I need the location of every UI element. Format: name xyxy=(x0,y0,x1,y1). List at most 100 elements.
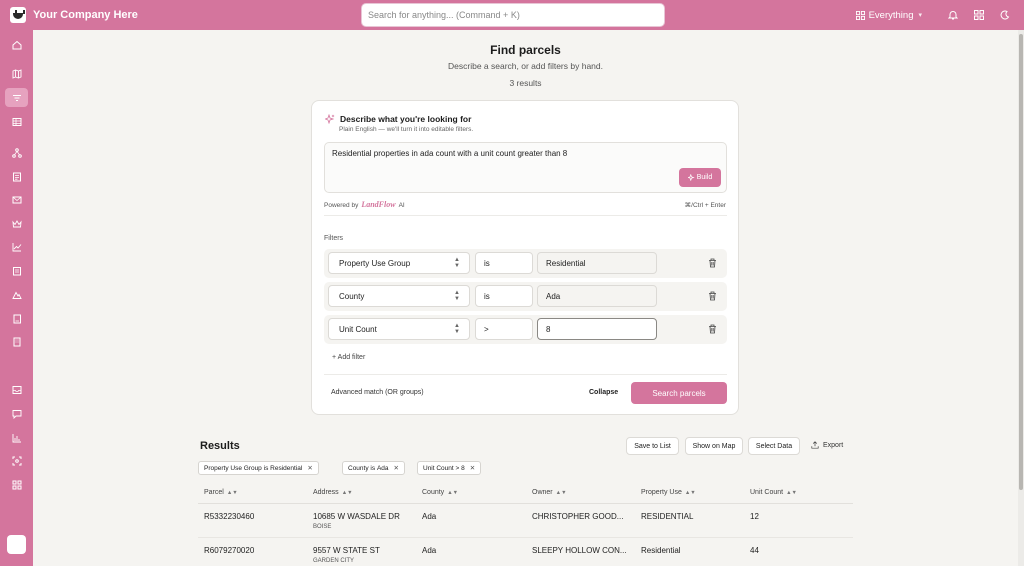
landflow-logo: LandFlow xyxy=(361,200,396,209)
sidebar-item-crown[interactable] xyxy=(5,214,28,233)
column-header-county[interactable]: County ▲▼ xyxy=(422,489,458,496)
active-filter-chip[interactable]: Unit Count > 8 ✕ xyxy=(417,461,482,475)
table-row[interactable]: R5332230460 10685 W WASDALE DR BOISE Ada… xyxy=(198,504,853,538)
filter-row: Unit Count ▲ ▼ > 8 xyxy=(324,315,727,344)
filter-field-select[interactable]: County ▲ ▼ xyxy=(328,285,470,307)
page-scrollbar[interactable] xyxy=(1018,30,1024,566)
theme-toggle-button[interactable] xyxy=(992,0,1018,30)
collapse-button[interactable]: Collapse xyxy=(589,389,618,396)
show-on-map-button[interactable]: Show on Map xyxy=(685,437,743,455)
user-avatar[interactable] xyxy=(7,535,26,554)
sparkle-icon xyxy=(325,114,335,124)
sidebar-item-reports[interactable] xyxy=(5,261,28,280)
cell-property-use: RESIDENTIAL xyxy=(641,512,694,521)
sort-icon: ▲▼ xyxy=(786,490,797,496)
sidebar-item-inbox[interactable] xyxy=(5,380,28,399)
top-right-controls: Everything ▾ xyxy=(855,0,1024,30)
sidebar-item-table[interactable] xyxy=(5,112,28,131)
scope-label: Everything xyxy=(868,9,914,21)
column-header-parcel[interactable]: Parcel ▲▼ xyxy=(204,489,238,496)
clipboard-icon xyxy=(12,266,21,275)
results-count: 3 results xyxy=(509,78,542,88)
sidebar-item-chat[interactable] xyxy=(5,404,28,423)
sidebar-item-building[interactable] xyxy=(5,332,28,351)
global-search[interactable] xyxy=(361,3,665,27)
export-button[interactable]: Export xyxy=(811,441,843,449)
search-card: Describe what you're looking for Plain E… xyxy=(311,100,739,415)
ai-subtitle: Plain English — we'll turn it into edita… xyxy=(339,126,474,133)
add-filter-button[interactable]: + Add filter xyxy=(332,354,365,361)
cell-parcel: R6079270020 xyxy=(204,546,255,555)
cell-owner: CHRISTOPHER GOOD... xyxy=(532,512,624,521)
active-filter-chip[interactable]: Property Use Group is Residential ✕ xyxy=(198,461,319,475)
table-row[interactable]: R6079270020 9557 W STATE ST GARDEN CITY … xyxy=(198,538,853,566)
chart-line-icon xyxy=(12,242,21,251)
global-search-input[interactable] xyxy=(362,4,664,26)
scan-icon xyxy=(12,456,21,465)
powered-by-text: Powered by xyxy=(324,202,359,209)
crown-logo-icon xyxy=(10,7,26,23)
sort-icon: ▲▼ xyxy=(684,490,696,496)
sidebar-item-home[interactable] xyxy=(5,35,28,54)
brand[interactable]: Your Company Here xyxy=(10,7,138,23)
cell-owner: SLEEPY HOLLOW CON... xyxy=(532,546,627,555)
sidebar-item-mail[interactable] xyxy=(5,190,28,209)
filter-row: County ▲ ▼ is Ada xyxy=(324,282,727,311)
ai-title: Describe what you're looking for xyxy=(340,114,472,124)
sidebar-item-documents[interactable] xyxy=(5,167,28,186)
scrollbar-thumb[interactable] xyxy=(1019,34,1023,490)
column-header-property-use[interactable]: Property Use ▲▼ xyxy=(641,489,696,496)
filter-field-select[interactable]: Unit Count ▲ ▼ xyxy=(328,318,470,340)
sidebar-item-map[interactable] xyxy=(5,64,28,83)
sidebar-item-bar-chart[interactable] xyxy=(5,428,28,447)
chat-icon xyxy=(12,409,21,419)
sidebar-item-apps[interactable] xyxy=(5,475,28,494)
trash-icon[interactable] xyxy=(708,324,717,334)
column-header-address[interactable]: Address ▲▼ xyxy=(313,489,353,496)
build-button[interactable]: Build xyxy=(679,168,721,187)
trash-icon[interactable] xyxy=(708,291,717,301)
save-to-list-button[interactable]: Save to List xyxy=(626,437,679,455)
search-parcels-button[interactable]: Search parcels xyxy=(631,382,727,404)
add-filter-label: Add filter xyxy=(337,354,366,361)
column-header-owner[interactable]: Owner ▲▼ xyxy=(532,489,567,496)
cell-address: 9557 W STATE ST xyxy=(313,546,380,555)
column-header-unit-count[interactable]: Unit Count ▲▼ xyxy=(750,489,797,496)
filter-field-select[interactable]: Property Use Group ▲ ▼ xyxy=(328,252,470,274)
select-data-button[interactable]: Select Data xyxy=(748,437,800,455)
close-icon[interactable]: ✕ xyxy=(470,464,475,472)
results-table-header: Parcel ▲▼ Address ▲▼ County ▲▼ Owner ▲▼ Prop… xyxy=(198,482,853,504)
prompt-textarea[interactable]: Residential properties in ada count with… xyxy=(324,142,727,193)
apps-button[interactable] xyxy=(966,0,992,30)
column-label: Parcel xyxy=(204,489,224,496)
close-icon[interactable]: ✕ xyxy=(394,464,399,472)
filter-value-input[interactable]: 8 xyxy=(537,318,657,340)
sidebar-item-terrain[interactable] xyxy=(5,285,28,304)
cell-county: Ada xyxy=(422,546,437,555)
active-filter-chip[interactable]: County is Ada ✕ xyxy=(342,461,405,475)
trash-icon[interactable] xyxy=(708,258,717,268)
terrain-icon xyxy=(11,291,22,299)
column-label: Address xyxy=(313,489,339,496)
chip-field: County xyxy=(348,464,369,472)
filter-value-input[interactable]: Ada xyxy=(537,285,657,307)
filter-field-value: Property Use Group xyxy=(339,258,411,268)
sidebar-item-find[interactable] xyxy=(5,88,28,107)
sort-icon: ▲▼ xyxy=(447,490,459,496)
close-icon[interactable]: ✕ xyxy=(307,464,312,472)
document-icon xyxy=(12,172,21,181)
sidebar-item-analytics[interactable] xyxy=(5,237,28,256)
filter-operator-select[interactable]: > xyxy=(475,318,533,340)
export-icon xyxy=(811,441,819,449)
filter-value-input[interactable]: Residential xyxy=(537,252,657,274)
sidebar-item-book[interactable] xyxy=(5,309,28,328)
filter-operator-select[interactable]: is xyxy=(475,252,533,274)
results-title: Results xyxy=(200,440,240,452)
sidebar-item-hierarchy[interactable] xyxy=(5,143,28,162)
sidebar-item-scan[interactable] xyxy=(5,451,28,470)
filter-operator-select[interactable]: is xyxy=(475,285,533,307)
advanced-match-link[interactable]: Advanced match (OR groups) xyxy=(331,389,424,396)
notifications-button[interactable] xyxy=(940,0,966,30)
sort-icon: ▲▼ xyxy=(555,490,567,496)
scope-selector[interactable]: Everything ▾ xyxy=(855,9,922,21)
